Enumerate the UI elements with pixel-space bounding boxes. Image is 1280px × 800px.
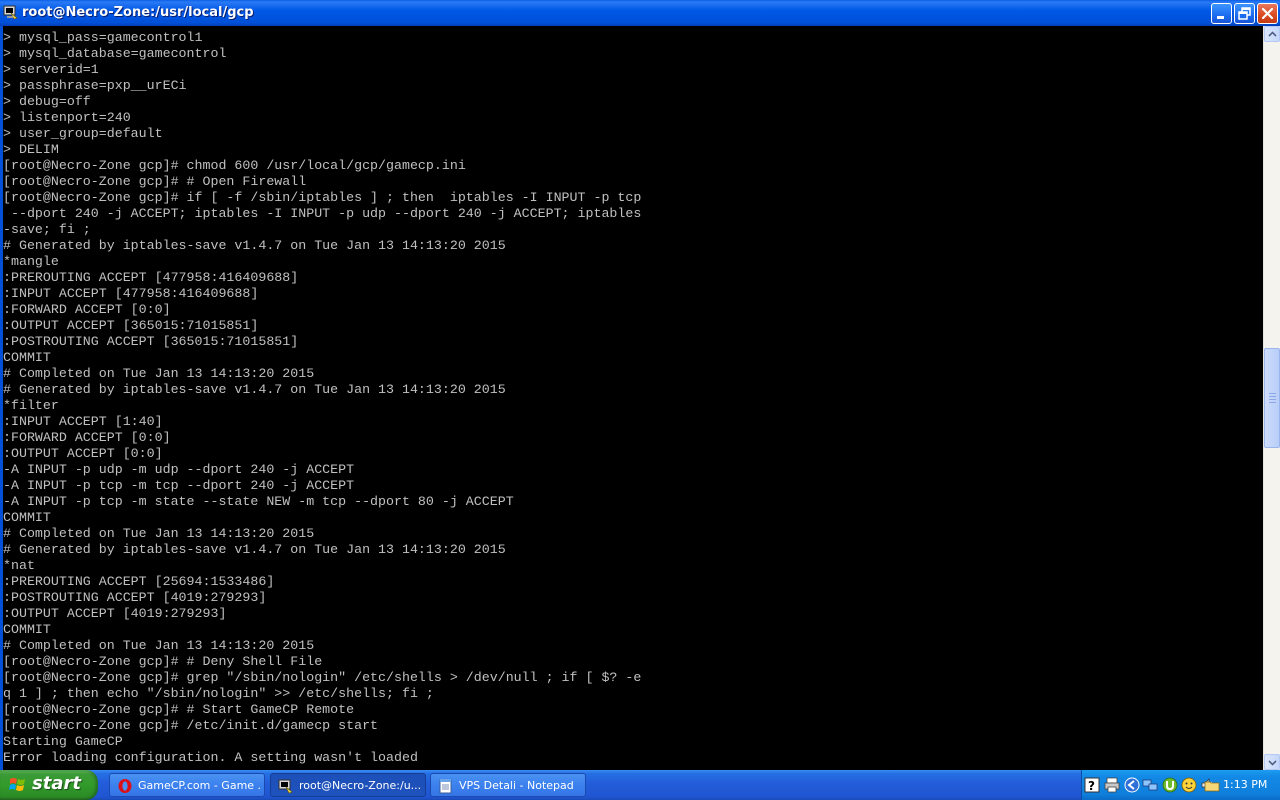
vertical-scrollbar[interactable] xyxy=(1263,26,1280,770)
taskbar-clock[interactable]: 1:13 PM xyxy=(1223,778,1267,791)
terminal-line: *filter xyxy=(3,398,59,413)
taskbar-button-opera[interactable]: GameCP.com - Game ... xyxy=(109,773,265,797)
restore-button[interactable] xyxy=(1234,3,1255,24)
terminal-line: [root@Necro-Zone gcp]# # Open Firewall xyxy=(3,174,307,189)
terminal-line: > serverid=1 xyxy=(3,62,99,77)
terminal-line: q 1 ] ; then echo "/sbin/nologin" >> /et… xyxy=(3,686,434,701)
terminal-line: *mangle xyxy=(3,254,59,269)
grip-line xyxy=(1269,399,1276,400)
minimize-button[interactable] xyxy=(1211,3,1232,24)
close-button[interactable] xyxy=(1257,3,1278,24)
terminal-line: -A INPUT -p tcp -m state --state NEW -m … xyxy=(3,494,514,509)
terminal-line: # Completed on Tue Jan 13 14:13:20 2015 xyxy=(3,638,315,653)
restore-icon xyxy=(1238,7,1251,20)
grip-line xyxy=(1269,402,1276,403)
terminal-line: :OUTPUT ACCEPT [0:0] xyxy=(3,446,163,461)
windows-logo-icon xyxy=(9,778,25,791)
terminal-line: > user_group=default xyxy=(3,126,163,141)
terminal-line: > mysql_database=gamecontrol xyxy=(3,46,227,61)
start-label: start xyxy=(32,773,81,794)
minimize-icon xyxy=(1217,16,1224,19)
terminal-line: [root@Necro-Zone gcp]# grep "/sbin/nolog… xyxy=(3,670,642,685)
terminal-line: -save; fi ; xyxy=(3,222,91,237)
terminal-line: :INPUT ACCEPT [477958:416409688] xyxy=(3,286,259,301)
scroll-up-button[interactable] xyxy=(1264,26,1280,42)
folder-icon[interactable] xyxy=(1204,778,1220,794)
taskbar-button-notepad[interactable]: VPS Detali - Notepad xyxy=(430,773,586,797)
terminal-line: Starting GameCP xyxy=(3,734,123,749)
terminal-line: -A INPUT -p udp -m udp --dport 240 -j AC… xyxy=(3,462,355,477)
help-icon[interactable]: ? xyxy=(1084,777,1100,793)
close-icon xyxy=(1261,7,1274,20)
terminal-line: [root@Necro-Zone gcp]# chmod 600 /usr/lo… xyxy=(3,158,466,173)
terminal-line: [root@Necro-Zone gcp]# if [ -f /sbin/ipt… xyxy=(3,190,642,205)
scroll-thumb[interactable] xyxy=(1264,348,1280,448)
terminal-line: # Completed on Tue Jan 13 14:13:20 2015 xyxy=(3,366,315,381)
taskbar-button-label: root@Necro-Zone:/u... xyxy=(299,779,421,792)
taskbar-button-label: VPS Detali - Notepad xyxy=(459,779,574,792)
terminal-line: :INPUT ACCEPT [1:40] xyxy=(3,414,163,429)
start-button[interactable]: start xyxy=(0,770,98,800)
terminal-line: > mysql_pass=gamecontrol1 xyxy=(3,30,203,45)
window-title-bar[interactable]: root@Necro-Zone:/usr/local/gcp xyxy=(0,0,1280,26)
grip-line xyxy=(1269,396,1276,397)
terminal-line: # Generated by iptables-save v1.4.7 on T… xyxy=(3,238,506,253)
terminal-line: :POSTROUTING ACCEPT [365015:71015851] xyxy=(3,334,299,349)
terminal-output[interactable]: > mysql_pass=gamecontrol1 > mysql_databas… xyxy=(3,26,1263,770)
arrow-up-icon xyxy=(1268,31,1277,37)
putty-icon[interactable] xyxy=(3,4,19,20)
terminal-line: COMMIT xyxy=(3,622,51,637)
putty-icon xyxy=(278,779,293,794)
terminal-line: > listenport=240 xyxy=(3,110,131,125)
printer-icon[interactable] xyxy=(1104,777,1120,793)
terminal-line: :OUTPUT ACCEPT [365015:71015851] xyxy=(3,318,259,333)
terminal-line: # Completed on Tue Jan 13 14:13:20 2015 xyxy=(3,526,315,541)
terminal-line: :POSTROUTING ACCEPT [4019:279293] xyxy=(3,590,267,605)
network-icon[interactable] xyxy=(1142,777,1158,793)
opera-icon xyxy=(118,779,132,793)
terminal-line: *nat xyxy=(3,558,35,573)
terminal-line: COMMIT xyxy=(3,350,51,365)
taskbar-button-label: GameCP.com - Game ... xyxy=(138,779,260,792)
taskbar: start GameCP.com - Game ... root@Necro-Z… xyxy=(0,770,1280,800)
taskbar-button-putty[interactable]: root@Necro-Zone:/u... xyxy=(270,773,426,797)
terminal-line: # Generated by iptables-save v1.4.7 on T… xyxy=(3,382,506,397)
terminal-line: > DELIM xyxy=(3,142,59,157)
terminal-line: --dport 240 -j ACCEPT; iptables -I INPUT… xyxy=(3,206,642,221)
terminal-line: COMMIT xyxy=(3,510,51,525)
terminal-line: :FORWARD ACCEPT [0:0] xyxy=(3,302,171,317)
terminal-line: :OUTPUT ACCEPT [4019:279293] xyxy=(3,606,227,621)
terminal-line: > debug=off xyxy=(3,94,91,109)
window-title: root@Necro-Zone:/usr/local/gcp xyxy=(22,5,254,20)
terminal-lines: > mysql_pass=gamecontrol1 > mysql_databas… xyxy=(3,30,641,766)
terminal-line: [root@Necro-Zone gcp]# # Start GameCP Re… xyxy=(3,702,355,717)
arrow-down-icon xyxy=(1268,760,1277,766)
grip-line xyxy=(1269,393,1276,394)
terminal-line: :FORWARD ACCEPT [0:0] xyxy=(3,430,171,445)
terminal-line: Error loading configuration. A setting w… xyxy=(3,750,418,765)
utorrent-icon[interactable] xyxy=(1162,777,1178,793)
back-arrow-icon[interactable] xyxy=(1124,777,1140,793)
scroll-down-button[interactable] xyxy=(1264,754,1280,770)
terminal-line: :PREROUTING ACCEPT [25694:1533486] xyxy=(3,574,275,589)
terminal-line: [root@Necro-Zone gcp]# # Deny Shell File xyxy=(3,654,323,669)
terminal-line: > passphrase=pxp__urECi xyxy=(3,78,187,93)
terminal-line: [root@Necro-Zone gcp]# /etc/init.d/gamec… xyxy=(3,718,379,733)
svg-text:?: ? xyxy=(1088,779,1095,793)
terminal-line: # Generated by iptables-save v1.4.7 on T… xyxy=(3,542,506,557)
terminal-line: -A INPUT -p tcp -m tcp --dport 240 -j AC… xyxy=(3,478,355,493)
messenger-icon[interactable] xyxy=(1181,777,1197,793)
notepad-icon xyxy=(439,779,452,794)
terminal-line: :PREROUTING ACCEPT [477958:416409688] xyxy=(3,270,299,285)
